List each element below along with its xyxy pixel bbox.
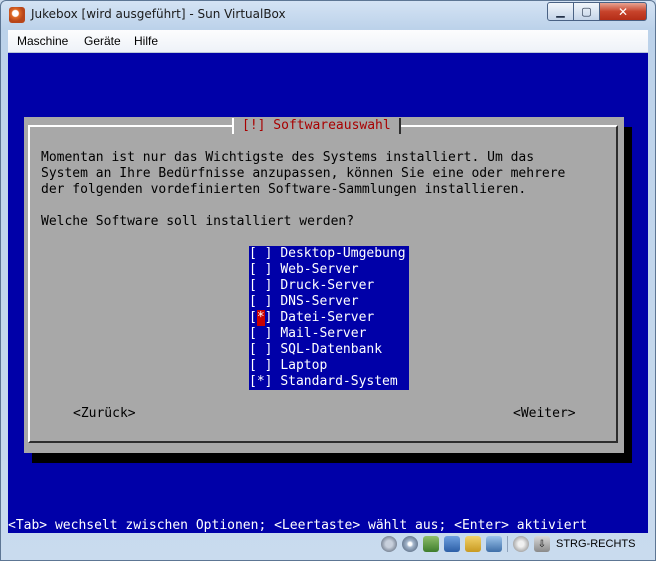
- checkbox-mark[interactable]: *: [257, 374, 265, 390]
- option-dns-server[interactable]: [ ] DNS-Server: [249, 294, 409, 310]
- title-bar[interactable]: Jukebox [wird ausgeführt] - Sun VirtualB…: [1, 1, 655, 29]
- checkbox-bracket: ]: [264, 246, 273, 261]
- option-label: [272, 310, 280, 326]
- option-standard-system[interactable]: [*] Standard-System: [249, 374, 409, 390]
- checkbox-bracket: [: [249, 294, 257, 309]
- option-label: Desktop-Umgebung: [280, 246, 406, 261]
- checkbox-bracket: ]: [264, 294, 273, 309]
- menu-geraete[interactable]: Geräte: [84, 34, 121, 48]
- checkbox-bracket: ]: [264, 326, 273, 341]
- mouse-integration-icon[interactable]: [513, 536, 529, 552]
- checkbox-bracket: [: [249, 342, 257, 357]
- checkbox-bracket: [: [249, 278, 257, 293]
- minimize-icon: ▁: [556, 5, 565, 18]
- checkbox-mark-focused[interactable]: *: [256, 310, 265, 326]
- virtualbox-window: Jukebox [wird ausgeführt] - Sun VirtualB…: [0, 0, 656, 561]
- menu-maschine[interactable]: Maschine: [17, 34, 68, 48]
- checkbox-bracket: [: [249, 310, 257, 325]
- checkbox-bracket: [: [249, 326, 257, 341]
- minimize-button[interactable]: ▁: [547, 2, 574, 21]
- checkbox-mark[interactable]: [257, 262, 265, 278]
- question-text: Welche Software soll installiert werden?: [41, 214, 355, 229]
- checkbox-mark[interactable]: [257, 246, 265, 262]
- status-bar: ⇩ STRG-RECHTS: [381, 534, 635, 554]
- keyboard-help-line: <Tab> wechselt zwischen Optionen; <Leert…: [8, 518, 588, 533]
- cd-dvd-icon[interactable]: [402, 536, 418, 552]
- dialog-description: Momentan ist nur das Wichtigste des Syst…: [41, 150, 565, 198]
- option-druck-server[interactable]: [ ] Druck-Server: [249, 278, 409, 294]
- software-options-list: [ ] Desktop-Umgebung [ ] Web-Server [ ] …: [249, 246, 409, 390]
- close-button[interactable]: ✕: [599, 2, 647, 21]
- option-label: [272, 342, 280, 358]
- option-label: Standard-System: [280, 374, 398, 389]
- option-label: Laptop: [280, 358, 328, 373]
- checkbox-mark[interactable]: [257, 342, 265, 358]
- checkbox-bracket: [: [249, 262, 257, 277]
- option-label: [272, 326, 280, 342]
- checkbox-mark[interactable]: [257, 358, 265, 374]
- option-label: [272, 374, 280, 390]
- description-line: System an Ihre Bedürfnisse anzupassen, k…: [41, 166, 566, 181]
- checkbox-bracket: ]: [264, 278, 273, 293]
- display-icon[interactable]: [486, 536, 502, 552]
- option-label: [272, 358, 280, 374]
- keyboard-capture-icon[interactable]: ⇩: [534, 536, 550, 552]
- back-button[interactable]: <Zurück>: [73, 406, 136, 421]
- network-icon[interactable]: [423, 536, 439, 552]
- option-label: Web-Server: [280, 262, 359, 277]
- window-title: Jukebox [wird ausgeführt] - Sun VirtualB…: [31, 7, 286, 21]
- hard-disk-icon[interactable]: [381, 536, 397, 552]
- dialog-title: [!] Softwareauswahl: [232, 118, 401, 134]
- status-separator: [507, 536, 508, 552]
- option-label: [272, 262, 280, 278]
- checkbox-bracket: [: [249, 358, 257, 373]
- option-mail-server[interactable]: [ ] Mail-Server: [249, 326, 409, 342]
- checkbox-mark[interactable]: [257, 278, 265, 294]
- checkbox-bracket: ]: [264, 310, 273, 325]
- option-desktop-umgebung[interactable]: [ ] Desktop-Umgebung: [249, 246, 409, 262]
- option-label: SQL-Datenbank: [280, 342, 383, 357]
- menu-hilfe[interactable]: Hilfe: [134, 34, 158, 48]
- checkbox-bracket: [: [249, 374, 257, 389]
- option-label: Mail-Server: [280, 326, 367, 341]
- virtualbox-app-icon: [9, 7, 25, 23]
- checkbox-bracket: ]: [264, 358, 273, 373]
- option-label: [272, 278, 280, 294]
- checkbox-bracket: ]: [264, 262, 273, 277]
- option-web-server[interactable]: [ ] Web-Server: [249, 262, 409, 278]
- checkbox-bracket: ]: [264, 342, 273, 357]
- host-key-label[interactable]: STRG-RECHTS: [556, 538, 635, 550]
- checkbox-bracket: ]: [264, 374, 273, 389]
- maximize-button[interactable]: ▢: [573, 2, 600, 21]
- shared-folders-icon[interactable]: [465, 536, 481, 552]
- checkbox-mark[interactable]: [257, 326, 265, 342]
- option-datei-server[interactable]: [*] Datei-Server: [249, 310, 409, 326]
- checkbox-mark[interactable]: [257, 294, 265, 310]
- vm-display[interactable]: [!] Softwareauswahl Momentan ist nur das…: [8, 53, 648, 533]
- menu-bar: Maschine Geräte Hilfe: [8, 30, 648, 53]
- usb-icon[interactable]: [444, 536, 460, 552]
- description-line: der folgenden vordefinierten Software-Sa…: [41, 182, 527, 197]
- option-laptop[interactable]: [ ] Laptop: [249, 358, 409, 374]
- option-label: [272, 294, 280, 310]
- description-line: Momentan ist nur das Wichtigste des Syst…: [41, 150, 535, 165]
- option-label: DNS-Server: [280, 294, 359, 309]
- checkbox-bracket: [: [249, 246, 257, 261]
- option-label: Druck-Server: [280, 278, 375, 293]
- option-sql-datenbank[interactable]: [ ] SQL-Datenbank: [249, 342, 409, 358]
- option-label: Datei-Server: [280, 310, 375, 325]
- option-label: [272, 246, 280, 262]
- next-button[interactable]: <Weiter>: [513, 406, 576, 421]
- software-selection-dialog: [!] Softwareauswahl Momentan ist nur das…: [24, 117, 624, 453]
- close-icon: ✕: [617, 4, 629, 19]
- maximize-icon: ▢: [581, 5, 592, 18]
